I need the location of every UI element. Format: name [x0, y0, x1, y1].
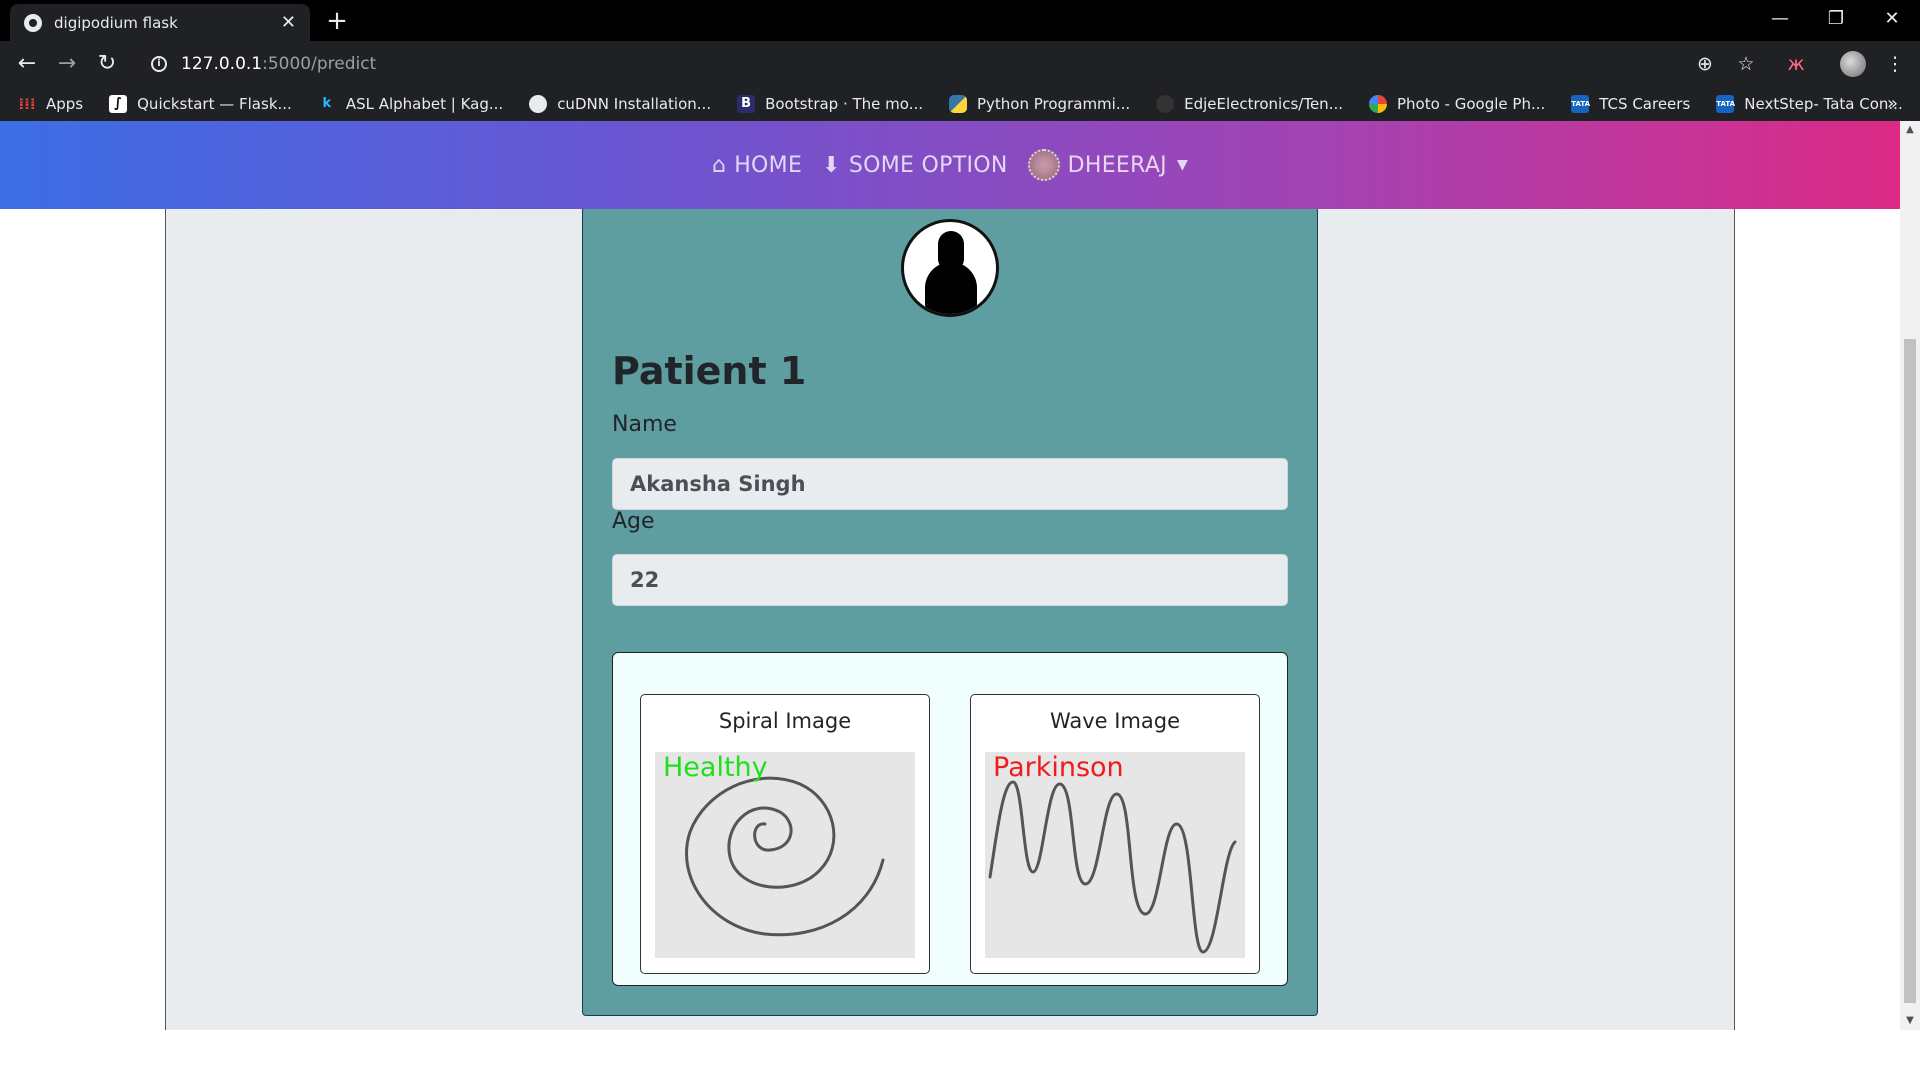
reload-icon[interactable]: ↻	[92, 49, 122, 79]
wave-prediction-label: Parkinson	[993, 752, 1124, 783]
wave-drawing-image: Parkinson	[985, 752, 1245, 958]
forward-icon[interactable]: →	[52, 49, 82, 79]
site-info-icon[interactable]: i	[151, 56, 167, 72]
bookmark-label: Python Programmi...	[977, 95, 1131, 113]
patient-card: Patient 1 Name Akansha Singh Age 22 Spir…	[582, 209, 1318, 1016]
scroll-up-icon[interactable]: ▲	[1900, 121, 1920, 139]
close-window-icon[interactable]: ✕	[1864, 0, 1920, 41]
python-icon	[949, 95, 967, 113]
age-label: Age	[612, 509, 655, 534]
nav-some-option-link[interactable]: ⬇ SOME OPTION	[822, 153, 1007, 178]
results-panel: Spiral Image Healthy Wave Image Parkinso…	[612, 652, 1288, 986]
new-tab-button[interactable]: +	[322, 6, 352, 36]
tata-icon: TATA	[1571, 95, 1590, 113]
spiral-image-card: Spiral Image Healthy	[640, 694, 930, 974]
bookmark-python[interactable]: Python Programmi...	[949, 95, 1130, 113]
bookmark-label: Quickstart — Flask...	[137, 95, 292, 113]
restore-icon[interactable]: ❐	[1808, 0, 1864, 41]
nav-home-link[interactable]: ⌂ HOME	[712, 153, 802, 178]
download-circle-icon: ⬇	[822, 152, 841, 178]
github-icon	[1156, 95, 1175, 113]
browser-tab[interactable]: digipodium flask ✕	[10, 4, 310, 41]
bookmark-github[interactable]: EdjeElectronics/Ten...	[1156, 95, 1343, 113]
bookmark-label: ASL Alphabet | Kag...	[345, 95, 504, 113]
bookmark-label: TCS Careers	[1599, 95, 1691, 113]
site-navbar: ⌂ HOME ⬇ SOME OPTION DHEERAJ ▼	[0, 121, 1900, 209]
patient-avatar-icon	[901, 219, 999, 317]
extension-butterfly-icon[interactable]: ж	[1781, 49, 1811, 79]
kaggle-icon: k	[322, 96, 332, 111]
url-host: 127.0.0.1	[181, 54, 263, 74]
bootstrap-icon: B	[737, 95, 756, 113]
bookmark-flask[interactable]: ∫ Quickstart — Flask...	[109, 95, 292, 113]
zoom-icon[interactable]: ⊕	[1690, 49, 1720, 79]
bookmark-label: Bootstrap · The mo...	[765, 95, 923, 113]
bookmark-label: Apps	[46, 95, 84, 113]
browser-tab-strip: digipodium flask ✕ + — ❐ ✕	[0, 0, 1920, 41]
bookmark-google-photos[interactable]: Photo - Google Ph...	[1369, 95, 1545, 113]
bookmarks-bar: ⁞⁞⁞ Apps ∫ Quickstart — Flask... k ASL A…	[0, 87, 1920, 121]
nav-user-label: DHEERAJ	[1067, 152, 1167, 178]
bookmark-label: EdjeElectronics/Ten...	[1184, 95, 1343, 113]
tab-title: digipodium flask	[54, 13, 178, 32]
apps-grid-icon: ⁞⁞⁞	[18, 95, 36, 113]
spiral-drawing-image: Healthy	[655, 752, 915, 958]
page-scrollbar[interactable]: ▲ ▼	[1900, 121, 1920, 1030]
url-path: :5000/predict	[262, 54, 377, 74]
globe-icon	[24, 13, 42, 32]
bookmark-tcs-careers[interactable]: TATA TCS Careers	[1571, 95, 1690, 113]
nav-home-label: HOME	[734, 152, 803, 178]
bookmark-label: cuDNN Installation...	[557, 95, 712, 113]
back-icon[interactable]: ←	[12, 49, 42, 79]
scrollbar-thumb[interactable]	[1904, 339, 1916, 1003]
globe-icon	[529, 95, 548, 113]
browser-toolbar: ← → ↻ i 127.0.0.1:5000/predict ⊕ ☆ ж ⋮	[0, 41, 1920, 87]
bookmark-apps[interactable]: ⁞⁞⁞ Apps	[18, 95, 83, 113]
wave-image-card: Wave Image Parkinson	[970, 694, 1260, 974]
bookmark-star-icon[interactable]: ☆	[1731, 49, 1761, 79]
screen: digipodium flask ✕ + — ❐ ✕ ← → ↻ i 127.0…	[0, 0, 1920, 1080]
bookmark-cudnn[interactable]: cuDNN Installation...	[529, 95, 711, 113]
user-avatar	[1027, 149, 1060, 181]
bookmark-label: NextStep- Tata Con...	[1744, 95, 1903, 113]
age-field[interactable]: 22	[612, 554, 1288, 606]
bookmark-bootstrap[interactable]: B Bootstrap · The mo...	[737, 95, 923, 113]
bookmark-label: Photo - Google Ph...	[1397, 95, 1546, 113]
more-bookmarks-button[interactable]: »	[1887, 87, 1898, 121]
spiral-card-title: Spiral Image	[718, 709, 852, 733]
caret-down-icon: ▼	[1176, 157, 1189, 173]
name-field[interactable]: Akansha Singh	[612, 458, 1288, 510]
bookmark-nextstep[interactable]: TATA NextStep- Tata Con...	[1716, 95, 1903, 113]
wave-card-title: Wave Image	[1049, 709, 1181, 733]
nav-user-dropdown[interactable]: DHEERAJ ▼	[1027, 149, 1189, 181]
bookmark-kaggle[interactable]: k ASL Alphabet | Kag...	[318, 95, 503, 113]
profile-avatar[interactable]	[1840, 51, 1866, 77]
patient-title: Patient 1	[612, 349, 807, 393]
spiral-prediction-label: Healthy	[663, 752, 768, 783]
page-viewport: ⌂ HOME ⬇ SOME OPTION DHEERAJ ▼ Patient 1…	[0, 121, 1900, 1030]
flask-icon: ∫	[109, 95, 128, 113]
address-bar[interactable]: i 127.0.0.1:5000/predict	[137, 47, 1759, 81]
nav-option-label: SOME OPTION	[848, 152, 1008, 178]
google-photos-icon	[1369, 95, 1387, 113]
name-label: Name	[612, 412, 677, 437]
scroll-down-icon[interactable]: ▼	[1900, 1012, 1920, 1030]
home-icon: ⌂	[711, 152, 727, 178]
menu-kebab-icon[interactable]: ⋮	[1880, 49, 1910, 79]
minimize-icon[interactable]: —	[1752, 0, 1808, 41]
tata-icon: TATA	[1716, 95, 1735, 113]
close-tab-icon[interactable]: ✕	[281, 12, 296, 33]
